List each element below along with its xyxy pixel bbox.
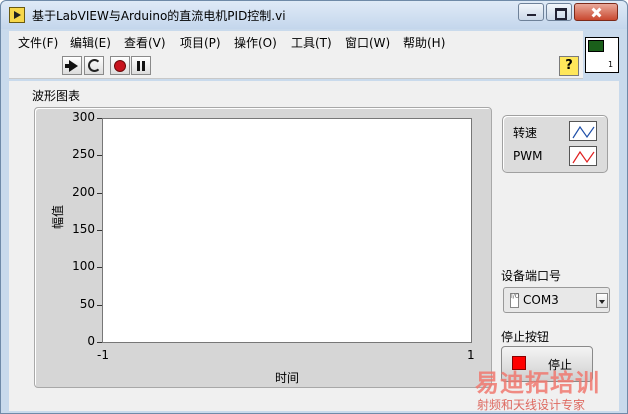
y-tick-label: 250 [72, 147, 95, 162]
y-tick-label: 0 [87, 334, 95, 348]
legend-swatch-speed[interactable] [569, 121, 597, 141]
menu-file[interactable]: 文件(F) [18, 34, 58, 51]
window-title: 基于LabVIEW与Arduino的直流电机PID控制.vi [32, 9, 286, 23]
menu-window[interactable]: 窗口(W) [345, 34, 390, 51]
red-wave-icon [572, 150, 595, 164]
y-axis-title: 幅值 [51, 204, 65, 229]
pause-button[interactable] [131, 56, 151, 75]
y-tick-mark [97, 267, 102, 269]
y-tick-mark [97, 342, 102, 343]
run-continuously-icon [88, 59, 101, 72]
x-tick-label: 1 [467, 348, 475, 362]
port-label: 设备端口号 [501, 269, 562, 283]
menu-operate[interactable]: 操作(O) [234, 34, 277, 51]
menu-view[interactable]: 查看(V) [124, 34, 166, 51]
run-arrow-icon [65, 60, 78, 72]
pause-icon [137, 61, 140, 71]
maximize-button[interactable] [546, 3, 572, 21]
legend-swatch-pwm[interactable] [569, 146, 597, 166]
abort-button[interactable] [110, 56, 130, 75]
toolbar [9, 52, 583, 79]
y-tick-mark [97, 304, 102, 306]
minimize-button[interactable] [518, 3, 544, 21]
menu-bar: 文件(F) 编辑(E) 查看(V) 项目(P) 操作(O) 工具(T) 窗口(W… [9, 31, 583, 52]
y-tick-label: 200 [72, 184, 95, 199]
context-help-button[interactable]: ? [559, 56, 579, 76]
y-tick-label: 100 [72, 259, 95, 274]
watermark-subtitle: 射频和天线设计专家 [477, 398, 586, 412]
y-tick-mark [97, 230, 102, 231]
run-continuously-button[interactable] [84, 56, 104, 75]
title-bar[interactable]: 基于LabVIEW与Arduino的直流电机PID控制.vi [1, 1, 627, 29]
x-tick-label: -1 [97, 348, 109, 362]
y-tick-mark [97, 192, 102, 194]
legend-label-pwm: PWM [513, 149, 543, 163]
abort-icon [114, 60, 126, 72]
dropdown-arrow-icon[interactable] [596, 293, 608, 308]
y-tick-mark [97, 155, 102, 157]
menu-tools[interactable]: 工具(T) [291, 34, 332, 51]
waveform-icon [588, 40, 604, 52]
vi-icon-number: 1 [608, 60, 614, 69]
io-icon: I/O [510, 293, 520, 308]
labview-app-icon [9, 7, 25, 23]
menu-edit[interactable]: 编辑(E) [70, 34, 111, 51]
visa-resource-control[interactable]: I/O COM3 [503, 287, 610, 313]
plot-area[interactable] [102, 118, 472, 343]
y-tick-mark [97, 118, 102, 119]
stop-label: 停止按钮 [501, 330, 550, 344]
close-button[interactable] [574, 3, 618, 21]
labview-window: 基于LabVIEW与Arduino的直流电机PID控制.vi 文件(F) 编辑(… [0, 0, 628, 414]
run-button[interactable] [62, 56, 82, 75]
x-axis-title: 时间 [275, 371, 300, 385]
y-tick-label: 300 [72, 110, 95, 124]
menu-help[interactable]: 帮助(H) [403, 34, 445, 51]
plot-legend[interactable]: 转速 PWM [502, 115, 608, 173]
blue-wave-icon [572, 125, 595, 139]
watermark: 易迪拓培训 射频和天线设计专家 [473, 363, 628, 414]
watermark-logo-text: 易迪拓培训 [475, 369, 600, 397]
port-value: COM3 [523, 293, 559, 307]
menu-project[interactable]: 项目(P) [180, 34, 221, 51]
y-tick-label: 50 [79, 296, 95, 311]
chart-label: 波形图表 [32, 89, 81, 103]
vi-icon[interactable]: 1 [585, 37, 619, 73]
legend-label-speed: 转速 [513, 126, 538, 140]
